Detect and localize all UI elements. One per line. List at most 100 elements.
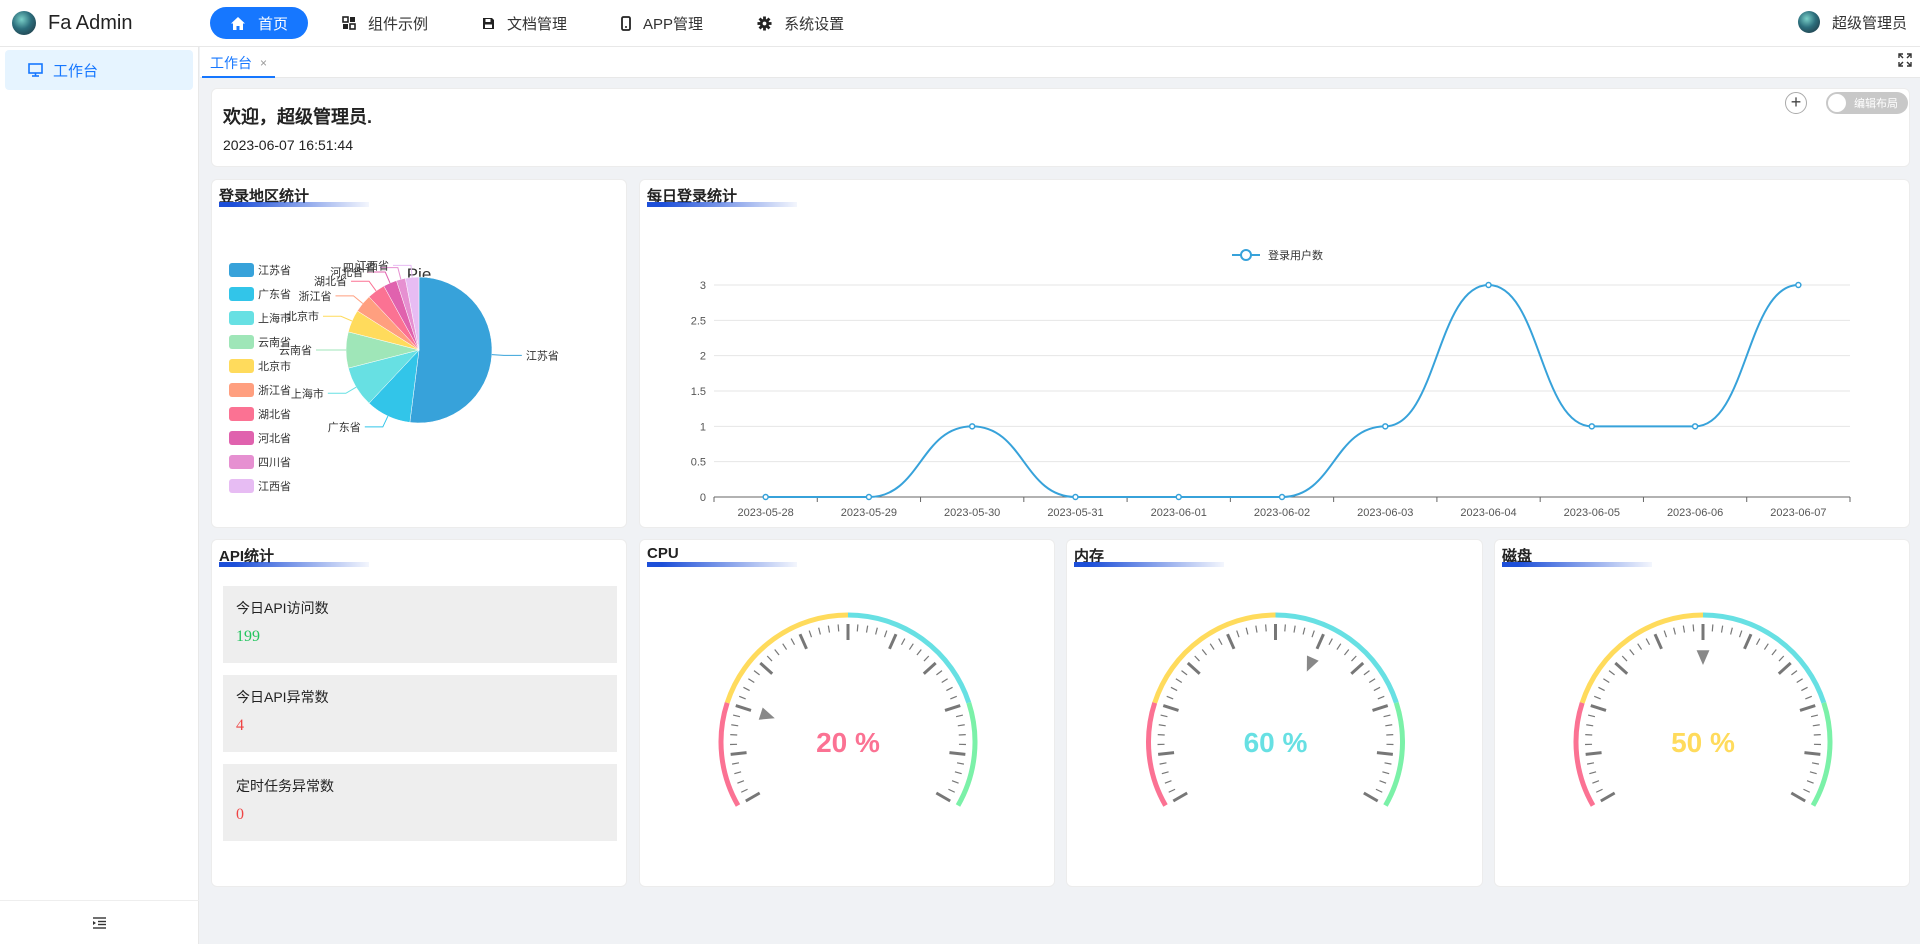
y-tick-label: 1.5 [691,386,706,398]
gauge-minor-tick [951,780,959,784]
gauge-major-tick [1372,704,1389,712]
gauge-major-tick [1186,661,1201,675]
user-menu[interactable]: 超级管理员 [1797,11,1907,33]
gauge-minor-tick [1343,649,1350,656]
gauge-minor-tick [1810,714,1819,718]
gauge-minor-tick [1158,724,1166,727]
gauge-minor-tick [1682,625,1686,633]
top-nav: 首页 组件示例 文档管理 APP管理 系统设置 [210,7,878,39]
gauge-minor-tick [732,714,741,718]
gauge-minor-tick [1383,714,1391,718]
legend-swatch [229,335,254,349]
gauge-major-tick [1376,751,1394,756]
tab-label: 工作台 [210,54,252,71]
close-icon[interactable]: × [260,56,267,70]
gauge-minor-tick [875,627,878,635]
gauge-major-tick [1614,661,1629,675]
x-tick-label: 2023-06-02 [1254,507,1310,519]
gauge-major-tick [730,751,747,756]
legend-swatch [229,287,254,301]
pie-label-line [491,354,522,356]
gauge-minor-tick [1589,771,1597,775]
gauge-minor-tick [827,625,831,633]
nav-item-home[interactable]: 首页 [210,7,309,39]
sidebar-item-workbench[interactable]: 工作台 [5,50,193,90]
legend-label: 江苏省 [258,264,291,277]
cpu-gauge: 20 % [718,612,978,807]
gauge-minor-tick [1805,695,1813,700]
sidebar: 工作台 [0,47,199,944]
stat-label: 定时任务异常数 [236,778,334,794]
gauge-minor-tick [883,630,888,638]
x-tick-label: 2023-06-06 [1667,507,1723,519]
legend-label: 四川省 [258,456,291,469]
gauge-minor-tick [908,643,914,650]
gauge-minor-tick [808,630,813,638]
avatar [1797,11,1820,33]
nav-item-components[interactable]: 组件示例 [322,7,448,39]
gauge-major-tick [798,633,808,650]
sidebar-item-label: 工作台 [53,62,99,80]
gauge-minor-tick [1811,762,1820,765]
nav-item-settings[interactable]: 系统设置 [737,7,864,39]
gauge-band [847,612,972,704]
fullscreen-button[interactable] [1898,53,1912,72]
nav-item-docs[interactable]: 文档管理 [462,7,587,39]
gauge-minor-tick [1791,670,1798,676]
pie-slice [409,276,493,424]
gauge-minor-tick [1720,625,1724,633]
gauge-minor-tick [900,638,906,646]
add-widget-button[interactable]: + [1785,92,1807,114]
gauge-minor-tick [916,649,922,656]
title-underline [1502,562,1652,567]
gauge-minor-tick [740,788,748,793]
pie-label: 浙江省 [299,290,332,303]
gauge-minor-tick [753,670,760,676]
gauge-major-tick [1790,791,1806,803]
y-tick-label: 0.5 [691,457,706,469]
gauge-pointer [758,707,775,720]
x-tick-label: 2023-06-01 [1151,507,1207,519]
title-underline [1074,562,1224,567]
gauge-band [1702,612,1827,704]
line-chart: 登录用户数 0 0.5 1 1.5 2 2.5 3 2023-05-28 2023-05-29 20… [691,248,1851,519]
y-tick-label: 2 [700,351,706,363]
welcome-card: 欢迎，超级管理员. 2023-06-07 16:51:44 + 编辑布局 [211,88,1910,167]
mobile-icon [621,15,631,31]
gauge-minor-tick [1755,638,1761,646]
nav-item-app[interactable]: APP管理 [601,7,723,39]
legend-label: 浙江省 [258,384,291,397]
logo[interactable]: Fa Admin [0,11,200,35]
gauge-minor-tick [1645,638,1651,646]
gauge-minor-tick [1255,625,1258,633]
gauge-minor-tick [1379,780,1387,784]
stat-api-visits: 今日API访问数 199 [223,586,617,663]
gauge-major-tick [1350,661,1365,675]
data-point [968,423,976,430]
edit-layout-toggle[interactable]: 编辑布局 [1826,92,1908,114]
gauge-minor-tick [818,627,821,635]
disk-gauge: 50 % [1573,612,1833,807]
gauge-minor-tick [1166,695,1174,700]
legend-label: 北京市 [258,359,291,373]
data-point [1278,493,1286,501]
title-underline [219,562,369,567]
gear-icon [757,15,772,31]
gauge-minor-tick [1586,724,1594,727]
gauge-minor-tick [1692,624,1695,632]
legend-swatch [229,383,254,397]
tab-workbench[interactable]: 工作台 × [202,49,276,78]
gauge-minor-tick [1778,655,1785,662]
gauge-pointer [1696,650,1710,665]
collapse-button[interactable] [0,900,199,944]
gauge-minor-tick [737,780,745,784]
data-point [1485,281,1492,289]
pie-label: 广东省 [328,421,361,434]
gauge-minor-tick [1351,655,1357,662]
data-point [762,493,769,501]
gauge-minor-tick [1673,627,1676,635]
pie-chart: PiePie Chart江苏省广东省上海市云南省北京市浙江省湖北省河北省四川省江… [229,259,559,493]
gauge-major-tick [1804,751,1821,756]
card-title: CPU [647,545,679,562]
x-tick-label: 2023-06-04 [1460,507,1516,519]
